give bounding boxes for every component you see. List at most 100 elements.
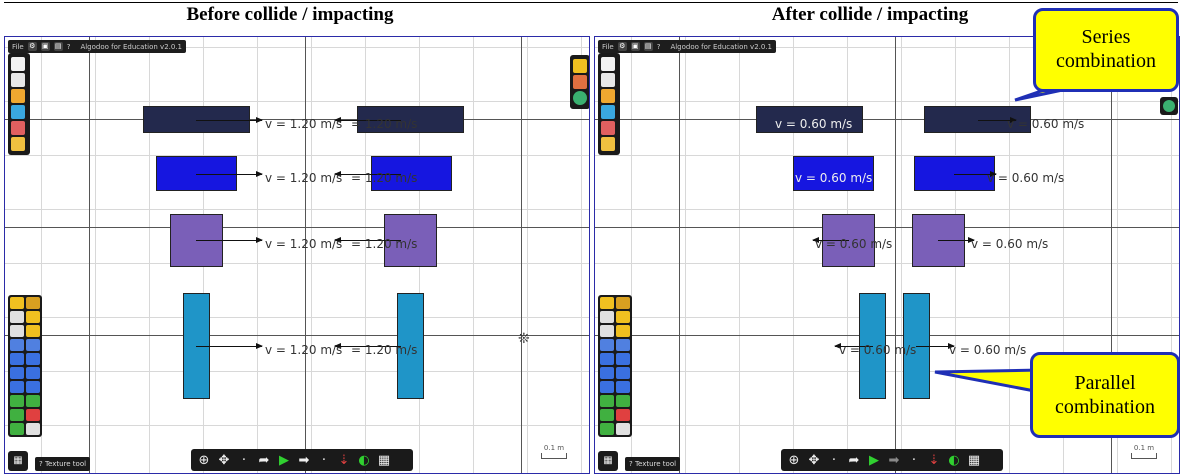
gravity-icon[interactable]: ⇣ (927, 453, 941, 468)
step-back-icon[interactable]: · (827, 453, 841, 468)
redo-icon[interactable]: ➡ (887, 453, 901, 468)
velocity-label: = 1.20 m/s (351, 237, 418, 251)
air-icon[interactable]: ◐ (357, 453, 371, 468)
palette-icon[interactable] (573, 75, 587, 89)
sketch-tool-icon[interactable] (10, 297, 24, 309)
options-icon[interactable]: ▣ (40, 42, 50, 51)
save-icon[interactable] (601, 73, 615, 87)
polygon-tool-icon[interactable] (600, 353, 614, 365)
drag-tool-icon[interactable] (26, 311, 40, 323)
circle-tool-icon[interactable] (616, 353, 630, 365)
gear-tool-icon[interactable] (26, 367, 40, 379)
air-icon[interactable]: ◐ (947, 453, 961, 468)
eraser-tool-icon[interactable] (26, 423, 40, 435)
zoom-icon[interactable]: ⊕ (197, 453, 211, 468)
help-icon[interactable]: ? (67, 43, 71, 51)
settings-icon[interactable]: ⚙ (617, 42, 627, 51)
thruster-tool-icon[interactable] (616, 409, 630, 421)
laser-tool-icon[interactable] (600, 409, 614, 421)
window-icon[interactable]: ▤ (643, 42, 653, 51)
folder-icon[interactable] (601, 89, 615, 103)
file-menu[interactable]: File (602, 43, 614, 51)
rotate-tool-icon[interactable] (600, 325, 614, 337)
gravity-icon[interactable]: ⇣ (337, 453, 351, 468)
cut-tool-icon[interactable] (26, 297, 40, 309)
rope-tool-icon[interactable] (10, 339, 24, 351)
spring-tool-icon[interactable] (616, 339, 630, 351)
velocity-label: v = 0.60 m/s (839, 343, 917, 357)
fixate-tool-icon[interactable] (10, 395, 24, 407)
play-icon[interactable]: ▶ (277, 453, 291, 468)
new-scene-icon[interactable] (601, 57, 615, 71)
play-icon[interactable]: ▶ (867, 453, 881, 468)
save-icon[interactable] (11, 73, 25, 87)
undo-icon[interactable]: ➦ (257, 453, 271, 468)
texture-corner-icon[interactable]: ▦ (598, 451, 618, 471)
notes-icon[interactable] (11, 137, 25, 151)
play-icon[interactable] (1160, 97, 1178, 115)
scale-tool-icon[interactable] (26, 325, 40, 337)
step-forward-icon[interactable]: · (317, 453, 331, 468)
scene-icon[interactable] (11, 105, 25, 119)
after-title: After collide / impacting (771, 4, 969, 25)
move-icon[interactable]: ✥ (807, 453, 821, 468)
box-tool-icon[interactable] (600, 367, 614, 379)
view-toolbar (570, 55, 589, 109)
step-back-icon[interactable]: · (237, 453, 251, 468)
texture-tool-label[interactable]: ? Texture tool (35, 457, 91, 471)
texture-corner-icon[interactable]: ▦ (8, 451, 28, 471)
redo-icon[interactable]: ➡ (297, 453, 311, 468)
polygon-tool-icon[interactable] (10, 353, 24, 365)
hinge-tool-icon[interactable] (616, 395, 630, 407)
list-icon[interactable] (573, 59, 587, 73)
scene-icon[interactable] (601, 105, 615, 119)
scale-indicator: 0.1 m (1131, 444, 1157, 459)
rotate-tool-icon[interactable] (10, 325, 24, 337)
spring-tool-icon[interactable] (26, 339, 40, 351)
cut-tool-icon[interactable] (616, 297, 630, 309)
move-tool-icon[interactable] (10, 311, 24, 323)
drag-tool-icon[interactable] (616, 311, 630, 323)
help-icon[interactable]: ? (657, 43, 661, 51)
cursor-icon: ❊ (518, 331, 530, 347)
zoom-icon[interactable]: ⊕ (787, 453, 801, 468)
grid-icon[interactable]: ▦ (377, 453, 391, 468)
hinge-tool-icon[interactable] (26, 395, 40, 407)
plane-tool-icon[interactable] (10, 381, 24, 393)
file-menu[interactable]: File (12, 43, 24, 51)
fixate-tool-icon[interactable] (600, 395, 614, 407)
thruster-tool-icon[interactable] (26, 409, 40, 421)
laser-tool-icon[interactable] (10, 409, 24, 421)
undo-icon[interactable]: ➦ (847, 453, 861, 468)
window-icon[interactable]: ▤ (53, 42, 63, 51)
circle-tool-icon[interactable] (26, 353, 40, 365)
sketch-tool-icon[interactable] (600, 297, 614, 309)
gear-tool-icon[interactable] (616, 367, 630, 379)
library-icon[interactable] (601, 121, 615, 135)
playback-toolbar: ⊕ ✥ · ➦ ▶ ➡ · ⇣ ◐ ▦ (781, 449, 1003, 471)
velocity-label: v = 0.60 m/s (987, 171, 1065, 185)
chain-tool-icon[interactable] (26, 381, 40, 393)
texture-tool-label[interactable]: ? Texture tool (625, 457, 681, 471)
play-icon[interactable] (573, 91, 587, 105)
step-forward-icon[interactable]: · (907, 453, 921, 468)
options-icon[interactable]: ▣ (630, 42, 640, 51)
new-scene-icon[interactable] (11, 57, 25, 71)
before-scene-panel[interactable]: File ⚙ ▣ ▤ ? Algodoo for Education v2.0.… (4, 36, 590, 474)
eraser-tool-icon[interactable] (616, 423, 630, 435)
scale-tool-icon[interactable] (616, 325, 630, 337)
notes-icon[interactable] (601, 137, 615, 151)
box-tool-icon[interactable] (10, 367, 24, 379)
plane-tool-icon[interactable] (600, 381, 614, 393)
tracer-tool-icon[interactable] (600, 423, 614, 435)
grid-axis-vertical (679, 37, 680, 473)
chain-tool-icon[interactable] (616, 381, 630, 393)
move-tool-icon[interactable] (600, 311, 614, 323)
move-icon[interactable]: ✥ (217, 453, 231, 468)
settings-icon[interactable]: ⚙ (27, 42, 37, 51)
grid-icon[interactable]: ▦ (967, 453, 981, 468)
rope-tool-icon[interactable] (600, 339, 614, 351)
library-icon[interactable] (11, 121, 25, 135)
tracer-tool-icon[interactable] (10, 423, 24, 435)
folder-icon[interactable] (11, 89, 25, 103)
